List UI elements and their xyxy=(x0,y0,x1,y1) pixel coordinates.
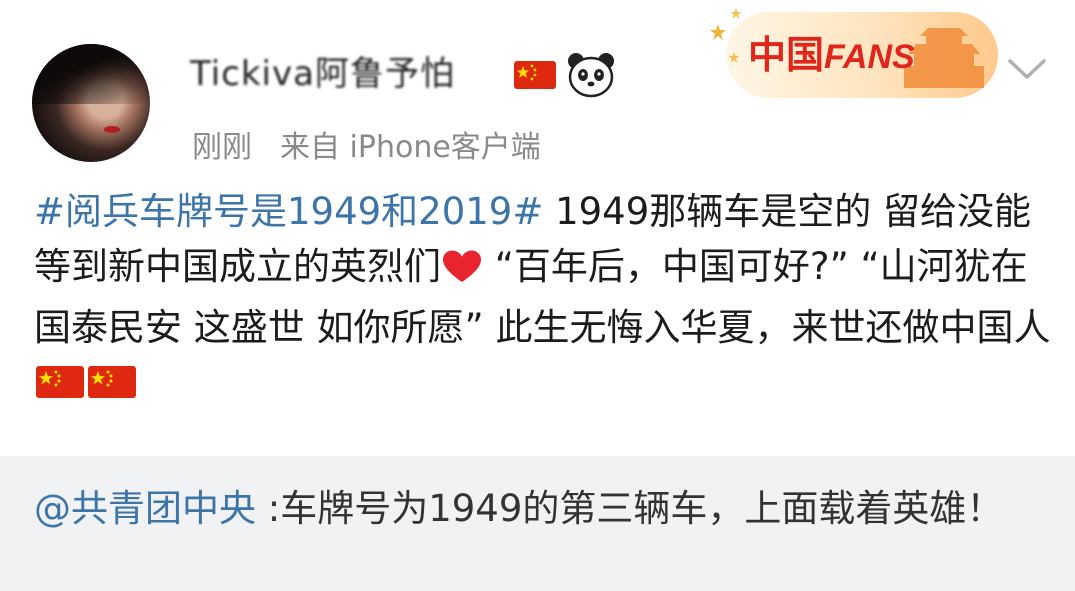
panda-icon xyxy=(568,53,614,98)
flag-china-icon xyxy=(514,61,556,89)
avatar[interactable] xyxy=(32,44,150,162)
hashtag-link[interactable]: #阅兵车牌号是1949和2019# xyxy=(34,190,543,233)
post-content: #阅兵车牌号是1949和2019# 1949那辆车是空的 留给没能等到新中国成立… xyxy=(34,184,1054,416)
chevron-down-icon[interactable] xyxy=(1004,52,1050,86)
repost-body: :车牌号为1949的第三辆车，上面载着英雄！ xyxy=(256,487,1004,530)
repost-content: @共青团中央 :车牌号为1949的第三辆车，上面载着英雄！ xyxy=(34,482,1044,536)
avatar-lip xyxy=(104,126,120,133)
username[interactable]: Tickiva阿鲁予怕 xyxy=(190,50,455,98)
post-meta: 刚刚 来自 iPhone客户端 xyxy=(192,122,541,166)
china-fans-badge[interactable]: 中国 FANS xyxy=(704,2,1004,106)
weibo-post: Tickiva阿鲁予怕 刚刚 来自 iPhone客户端 中国 FANS #阅兵车… xyxy=(0,0,1075,456)
flag-china-icon xyxy=(34,361,86,416)
flag-china-icon xyxy=(86,361,138,416)
mention-link[interactable]: @共青团中央 xyxy=(34,487,256,530)
badge-text: 中国 xyxy=(748,35,824,77)
post-time: 刚刚 xyxy=(192,130,252,165)
source-device[interactable]: iPhone客户端 xyxy=(350,130,541,165)
svg-text:FANS: FANS xyxy=(824,38,915,76)
source-prefix: 来自 xyxy=(280,130,340,165)
heart-icon xyxy=(441,245,483,300)
avatar-hair xyxy=(32,44,150,104)
